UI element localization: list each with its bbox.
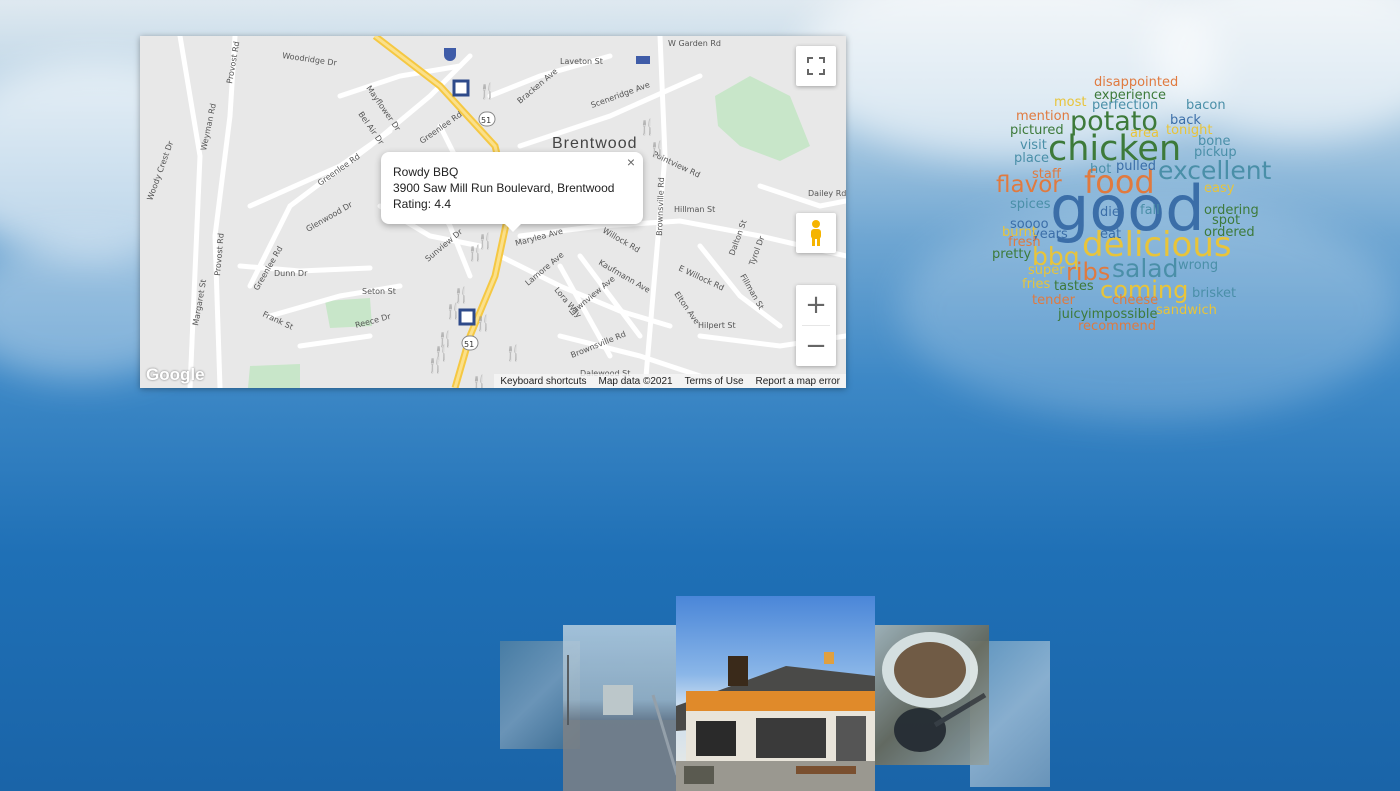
word-cloud: disappointed experience perfection bacon… [990,74,1280,336]
food-plate-image [882,632,987,752]
word: brisket [1192,286,1237,301]
fullscreen-button[interactable] [796,46,836,86]
google-logo: Google [146,365,205,384]
pegman-icon [811,220,821,246]
svg-text:🍴: 🍴 [638,118,657,136]
svg-text:Laveton St: Laveton St [560,57,603,66]
svg-text:🍴: 🍴 [478,82,497,100]
svg-text:Dailey Rd: Dailey Rd [808,189,846,198]
report-error-link[interactable]: Report a map error [756,376,840,387]
info-window: Rowdy BBQ 3900 Saw Mill Run Boulevard, B… [381,152,643,232]
word: tastes [1054,279,1094,294]
map-widget[interactable]: Woodridge Dr Provost Rd Weyman Rd Greenl… [140,36,846,388]
word: super [1028,263,1065,278]
zoom-control: + − [796,285,836,366]
word: tender [1032,293,1075,308]
info-window-tail [504,223,522,232]
zoom-out-button[interactable]: − [796,326,836,366]
close-icon[interactable]: × [627,154,635,170]
word: back [1170,113,1201,128]
svg-text:🍴: 🍴 [504,344,523,362]
word: place [1014,151,1049,166]
word: burnt [1002,225,1037,240]
terms-link[interactable]: Terms of Use [685,376,744,387]
svg-text:Seton St: Seton St [362,287,396,296]
svg-text:🍴: 🍴 [466,244,485,262]
place-name: Rowdy BBQ [393,165,459,179]
keyboard-shortcuts-link[interactable]: Keyboard shortcuts [500,376,586,387]
word: spices [1010,197,1051,212]
svg-text:🍴: 🍴 [426,356,445,374]
word: mention [1016,109,1070,124]
word: ordered [1204,225,1255,240]
svg-text:🍴: 🍴 [648,140,667,158]
word: pulled [1116,159,1156,174]
word: fall [1140,203,1160,218]
svg-text:🍴: 🍴 [474,314,493,332]
word: hot [1090,162,1112,177]
word: sandwich [1156,303,1217,318]
svg-text:51: 51 [464,340,474,349]
map-footer: Keyboard shortcuts Map data ©2021 Terms … [494,374,846,388]
svg-text:51: 51 [481,116,491,125]
word: easy [1204,181,1235,196]
place-rating: Rating: 4.4 [393,197,452,211]
word: bacon [1186,98,1226,113]
place-address: 3900 Saw Mill Run Boulevard, Brentwood [393,181,615,195]
svg-text:🍴: 🍴 [470,374,489,388]
carousel-photo[interactable] [563,625,677,791]
word: recommend [1078,319,1156,334]
restaurant-storefront-image [676,652,875,791]
word: wrong [1178,258,1219,273]
fullscreen-icon [807,57,825,75]
town-label: Brentwood [552,135,638,152]
street-scene-image [563,655,677,791]
carousel-photo-active[interactable] [676,596,875,791]
carousel-photo[interactable] [875,625,989,765]
svg-text:Hillman St: Hillman St [674,205,715,214]
pegman-button[interactable] [796,213,836,253]
svg-text:W Garden Rd: W Garden Rd [668,39,721,48]
svg-text:Hilpert St: Hilpert St [698,321,736,330]
word: fries [1022,277,1051,292]
word: eat [1100,227,1122,242]
svg-text:Dunn Dr: Dunn Dr [274,269,308,278]
word: cheese [1112,293,1159,308]
word: die [1100,205,1120,220]
map-data-attribution: Map data ©2021 [598,375,673,387]
zoom-in-button[interactable]: + [796,285,836,325]
word: staff [1032,167,1061,182]
